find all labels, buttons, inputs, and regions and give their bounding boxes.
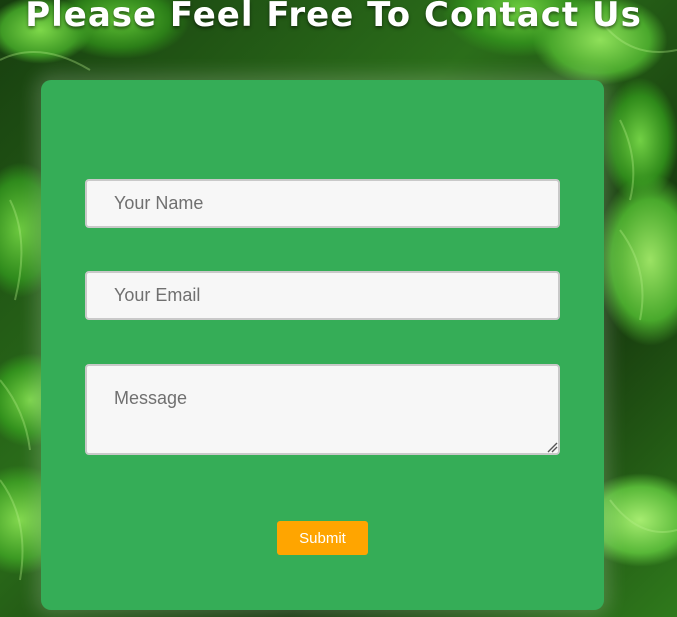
page-title: Please Feel Free To Contact Us <box>25 0 642 35</box>
contact-form-card: Submit <box>41 80 604 610</box>
name-input[interactable] <box>85 179 560 228</box>
submit-button[interactable]: Submit <box>277 521 368 555</box>
message-textarea[interactable] <box>85 364 560 455</box>
resize-grip-icon[interactable] <box>546 441 558 453</box>
email-input[interactable] <box>85 271 560 320</box>
